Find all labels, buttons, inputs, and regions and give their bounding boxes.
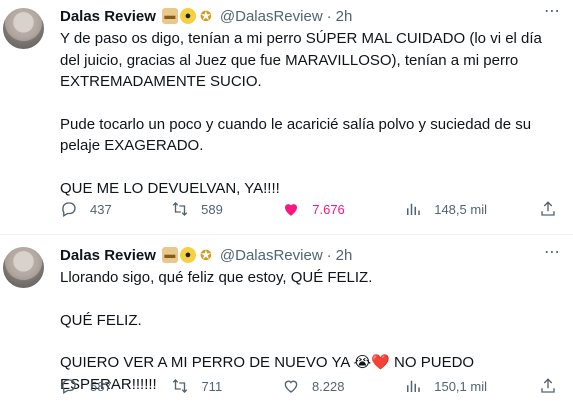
reply-button[interactable]: 587 — [60, 377, 112, 395]
bee-badge-icon: ● — [179, 8, 196, 24]
views-count: 148,5 mil — [434, 201, 487, 217]
retweet-count: 589 — [201, 201, 223, 217]
author-name[interactable]: Dalas Review — [60, 247, 156, 264]
like-count: 7.676 — [312, 201, 345, 217]
tweet-text: Llorando sigo, qué feliz que estoy, QUÉ … — [60, 267, 563, 395]
tweet-paragraph: QUE ME LO DEVUELVAN, YA!!!! — [60, 179, 280, 197]
author-handle[interactable]: @DalasReview — [220, 247, 323, 264]
views-button[interactable]: 148,5 mil — [404, 200, 487, 218]
tweet-actions: 437 589 7.676 148,5 mil — [60, 200, 555, 218]
tweet[interactable]: Dalas Review ▬ ● ✪ @DalasReview · 2h ⋯ Y… — [0, 0, 573, 234]
separator-dot: · — [326, 246, 332, 264]
views-button[interactable]: 150,1 mil — [404, 377, 487, 395]
views-chart-icon — [407, 203, 420, 215]
bee-badge-icon: ● — [179, 247, 196, 263]
timestamp[interactable]: 2h — [336, 247, 353, 264]
tweet[interactable]: Dalas Review ▬ ● ✪ @DalasReview · 2h ⋯ L… — [0, 234, 573, 406]
reply-icon — [62, 379, 76, 394]
heart-outline-icon — [284, 380, 298, 393]
like-count: 8.228 — [311, 378, 345, 394]
bread-badge-icon: ▬ — [161, 8, 178, 24]
heart-filled-icon — [285, 204, 298, 216]
retweet-count: 711 — [201, 378, 223, 394]
reply-count: 437 — [90, 201, 112, 217]
share-button[interactable] — [539, 200, 557, 218]
retweet-button[interactable]: 589 — [171, 200, 223, 218]
more-options-icon[interactable]: ⋯ — [544, 245, 561, 261]
share-icon — [541, 201, 555, 216]
tweet-text: Y de paso os digo, tenían a mi perro SÚP… — [60, 28, 563, 199]
views-chart-icon — [407, 380, 420, 392]
tweet-actions: 587 711 8.228 150,1 mil — [60, 377, 555, 395]
medal-badge-icon: ✪ — [200, 8, 212, 24]
retweet-icon — [173, 379, 188, 393]
separator-dot: · — [326, 7, 332, 25]
more-options-icon[interactable]: ⋯ — [544, 4, 561, 20]
badges: ▬ ● ✪ — [161, 247, 214, 263]
medal-badge-icon: ✪ — [200, 247, 212, 263]
tweet-header: Dalas Review ▬ ● ✪ @DalasReview · 2h — [60, 245, 563, 265]
timestamp[interactable]: 2h — [336, 8, 353, 25]
share-icon — [541, 378, 555, 393]
tweet-paragraph: Y de paso os digo, tenían a mi perro SÚP… — [60, 30, 542, 90]
tweet-paragraph: Llorando sigo, qué feliz que estoy, QUÉ … — [60, 269, 373, 286]
tweet-paragraph: Pude tocarlo un poco y cuando le acarici… — [60, 115, 532, 155]
tweet-paragraph: QUÉ FELIZ. — [60, 311, 142, 329]
like-button[interactable]: 7.676 — [282, 200, 345, 218]
share-button[interactable] — [539, 377, 557, 395]
views-count: 150,1 mil — [434, 378, 487, 394]
avatar[interactable] — [3, 8, 44, 49]
author-handle[interactable]: @DalasReview — [220, 8, 323, 25]
bread-badge-icon: ▬ — [161, 247, 178, 263]
reply-icon — [62, 202, 76, 217]
badges: ▬ ● ✪ — [161, 8, 214, 24]
retweet-button[interactable]: 711 — [171, 377, 222, 395]
like-button[interactable]: 8.228 — [282, 377, 345, 395]
reply-count: 587 — [90, 378, 112, 394]
retweet-icon — [172, 202, 188, 216]
reply-button[interactable]: 437 — [60, 200, 112, 218]
avatar[interactable] — [3, 247, 44, 288]
tweet-header: Dalas Review ▬ ● ✪ @DalasReview · 2h — [60, 6, 563, 26]
author-name[interactable]: Dalas Review — [60, 8, 156, 25]
